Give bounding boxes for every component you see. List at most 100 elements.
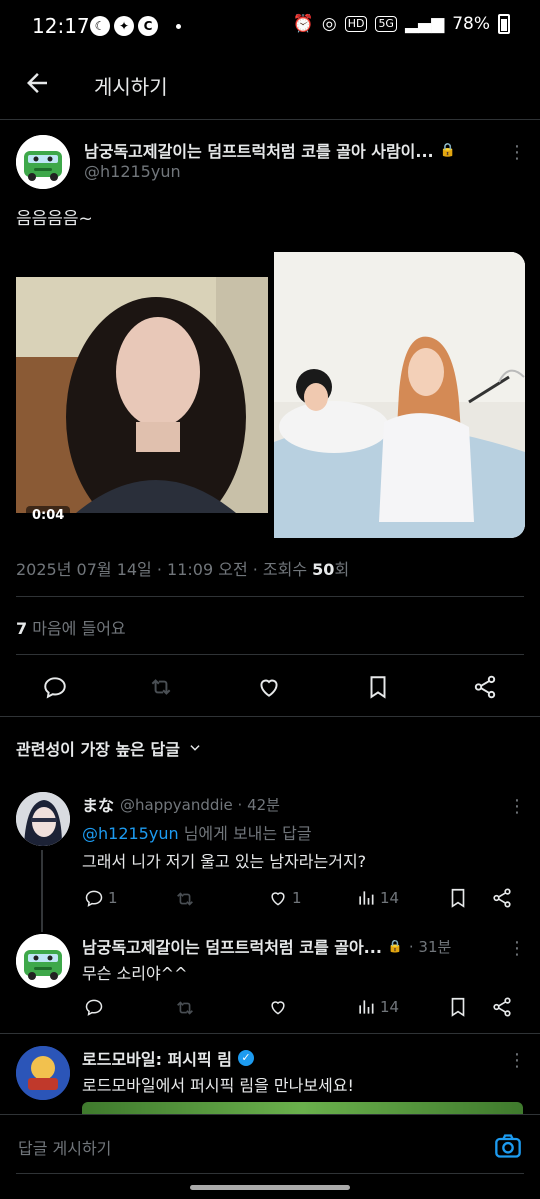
reply-text: 그래서 니가 저기 울고 있는 남자라는거지? [82, 852, 367, 871]
post-more-icon[interactable]: ⋮ [508, 144, 526, 162]
hotspot-icon: ◎ [321, 14, 337, 34]
chevron-down-icon [190, 745, 200, 751]
likes-divider [16, 654, 524, 655]
actions-divider [0, 716, 540, 717]
more-notifications-dot [176, 24, 181, 29]
reply-author-avatar[interactable] [16, 792, 70, 846]
back-arrow-icon[interactable] [22, 68, 52, 98]
reply-views[interactable]: 14 [356, 997, 399, 1017]
verified-badge-icon: ✓ [238, 1050, 255, 1066]
moon-icon: ☾ [90, 16, 110, 36]
reply-action-bar: 14 [0, 988, 540, 1028]
reply-action-bar: 1 1 14 [0, 880, 540, 920]
reply-handle-time: @happyanddie · 42분 [120, 795, 280, 814]
lock-icon: 🔒 [439, 142, 456, 158]
post-author-name[interactable]: 남궁독고제갈이는 덤프트럭처럼 코를 골아 사람이... [84, 138, 434, 162]
ad-author-name[interactable]: 로드모바일: 퍼시픽 림 [82, 1046, 232, 1070]
reply-mention-suffix: 님에게 보내는 답글 [178, 824, 312, 843]
top-app-bar: 게시하기 [0, 56, 540, 112]
composer-divider [16, 1173, 524, 1174]
post-author-row[interactable]: 남궁독고제갈이는 덤프트럭처럼 코를 골아 사람이... 🔒 [84, 138, 456, 162]
post-author-handle[interactable]: @h1215yun [84, 162, 181, 181]
repost-icon[interactable] [174, 888, 196, 910]
repost-icon[interactable] [174, 997, 196, 1019]
page-title: 게시하기 [94, 75, 168, 99]
reply-author-avatar[interactable] [16, 934, 70, 988]
bookmark-icon[interactable] [447, 996, 469, 1018]
reply-view-count: 14 [380, 889, 400, 907]
tayo-bus-avatar-image [16, 934, 70, 988]
signal-icon: ▂▄▆ [404, 14, 445, 34]
reply-views[interactable]: 14 [356, 888, 399, 908]
video-thumbnail-image [16, 277, 268, 513]
gesture-home-bar[interactable] [190, 1185, 350, 1190]
reply-icon[interactable] [84, 997, 104, 1017]
status-system-icons: ⏰ ◎ HD 5G ▂▄▆ 78% [293, 14, 510, 34]
hd-icon: HD [344, 16, 368, 32]
reply-mention-link[interactable]: @h1215yun [82, 824, 179, 843]
post-image[interactable] [274, 252, 525, 538]
reply-author-name[interactable]: まな [82, 792, 114, 816]
bookmark-icon[interactable] [447, 887, 469, 909]
anime-avatar-image [16, 792, 70, 846]
view-count-suffix: 회 [334, 560, 350, 579]
reply-view-count: 14 [380, 998, 400, 1016]
status-time: 12:17 [32, 14, 90, 38]
battery-icon [498, 14, 510, 34]
repost-icon[interactable] [148, 674, 174, 700]
game-logo-image [16, 1046, 70, 1100]
share-icon[interactable] [472, 674, 498, 700]
ad-header[interactable]: 로드모바일: 퍼시픽 림 ✓ [82, 1046, 255, 1070]
alarm-icon: ⏰ [292, 14, 314, 34]
post-action-bar [0, 666, 540, 706]
reply-more-icon[interactable]: ⋮ [508, 940, 526, 958]
reply-input[interactable]: 답글 게시하기 [18, 1135, 111, 1159]
bookmark-icon[interactable] [365, 674, 391, 700]
post-video-thumbnail[interactable] [16, 277, 268, 513]
post-timestamp: 2025년 07월 14일 · 11:09 오전 · 조회수 [16, 560, 313, 579]
post-likes-summary[interactable]: 7 마음에 들어요 [16, 615, 126, 639]
ad-more-icon[interactable]: ⋮ [508, 1052, 526, 1070]
reply-sort-dropdown[interactable]: 관련성이 가장 높은 답글 [16, 736, 202, 760]
battery-text: 78% [452, 14, 490, 34]
camera-icon[interactable] [494, 1133, 522, 1159]
ad-avatar[interactable] [16, 1046, 70, 1100]
reply-divider [0, 1033, 540, 1034]
reply-more-icon[interactable]: ⋮ [508, 798, 526, 816]
reply-header[interactable]: まな @happyanddie · 42분 [82, 792, 280, 816]
share-icon[interactable] [491, 887, 513, 909]
reply-reply-count: 1 [108, 889, 118, 907]
status-notification-icons: ☾ ✦ C [90, 16, 181, 36]
reply-icon [85, 890, 103, 907]
c-badge-icon: C [138, 16, 158, 36]
reply-like-count: 1 [292, 889, 302, 907]
reply-like-button[interactable]: 1 [268, 888, 302, 908]
5g-icon: 5G [375, 16, 397, 32]
analytics-bars-icon [359, 1000, 374, 1014]
ad-text: 로드모바일에서 퍼시픽 림을 만나보세요! [82, 1076, 354, 1095]
replying-to: @h1215yun 님에게 보내는 답글 [82, 820, 312, 844]
video-duration-badge: 0:04 [26, 506, 71, 525]
meta-divider [16, 596, 524, 597]
like-heart-icon[interactable] [256, 674, 282, 700]
reply-header[interactable]: 남궁독고제갈이는 덤프트럭처럼 코를 골아... 🔒 · 31분 [82, 934, 451, 958]
reply-icon[interactable] [42, 674, 68, 700]
likes-count: 7 [16, 619, 28, 638]
post-text: 음음음음~ [16, 209, 93, 229]
reply-author-name[interactable]: 남궁독고제갈이는 덤프트럭처럼 코를 골아... [82, 934, 382, 958]
reply-sort-label: 관련성이 가장 높은 답글 [16, 740, 180, 759]
ad-media-banner[interactable] [82, 1102, 523, 1114]
cartoon-illustration-image [274, 252, 525, 538]
lock-icon: 🔒 [387, 939, 403, 953]
share-icon[interactable] [491, 996, 513, 1018]
like-heart-icon[interactable] [268, 997, 288, 1017]
analytics-bars-icon [359, 891, 374, 905]
header-divider [0, 119, 540, 120]
reply-handle-time: · 31분 [408, 937, 452, 956]
reply-text: 무슨 소리야^^ [82, 964, 188, 983]
reply-reply-button[interactable]: 1 [84, 888, 118, 908]
status-bar: 12:17 ☾ ✦ C ⏰ ◎ HD 5G ▂▄▆ 78% [0, 0, 540, 56]
tayo-bus-avatar-image [16, 135, 70, 189]
reply-composer: 답글 게시하기 [0, 1114, 540, 1199]
post-author-avatar[interactable] [16, 135, 70, 189]
